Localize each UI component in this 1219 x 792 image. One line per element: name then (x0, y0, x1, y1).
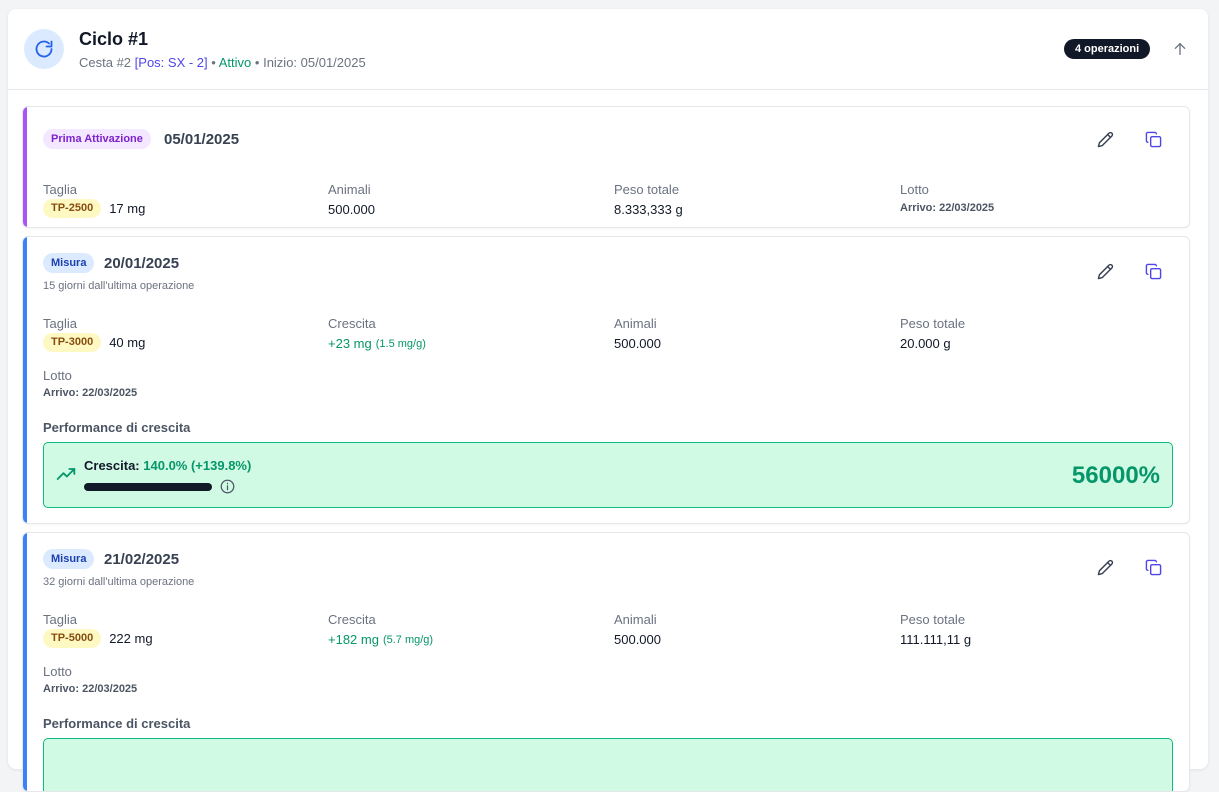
separator: • (211, 55, 216, 70)
performance-label: Crescita: 140.0% (+139.8%) (84, 458, 251, 473)
growth-value: +23 mg (1.5 mg/g) (328, 336, 426, 351)
total-weight-value: 8.333,333 g (614, 202, 683, 217)
size-code-badge: TP-3000 (43, 333, 102, 352)
performance-progress-bar (84, 483, 212, 491)
total-weight-value: 111.111,11 g (900, 632, 972, 647)
total-weight-value: 20.000 g (900, 336, 951, 351)
lot-arrival: Arrivo: 22/03/2025 (900, 202, 995, 214)
cycle-panel: Ciclo #1 Cesta #2 [Pos: SX - 2] • Attivo… (8, 9, 1208, 792)
operation-type-badge: Prima Attivazione (43, 129, 151, 149)
lot-arrival: Arrivo: 22/03/2025 (43, 387, 138, 399)
operation-accent (23, 533, 27, 791)
cycle-header[interactable]: Ciclo #1 Cesta #2 [Pos: SX - 2] • Attivo… (8, 9, 1208, 90)
copy-icon[interactable] (1141, 555, 1165, 579)
days-since-last: 32 giorni dall'ultima operazione (43, 576, 195, 588)
operation-type-badge: Misura (43, 253, 95, 273)
pencil-icon[interactable] (1093, 555, 1117, 579)
start-date: Inizio: 05/01/2025 (263, 55, 366, 70)
operations-count-badge: 4 operazioni (1064, 39, 1151, 59)
cycle-title: Ciclo #1 (79, 29, 149, 49)
growth-amount: +23 mg (328, 336, 372, 351)
growth-rate: (1.5 mg/g) (375, 337, 426, 350)
copy-icon[interactable] (1141, 127, 1165, 151)
operation-date: 05/01/2025 (164, 131, 240, 148)
growth-label: Crescita (328, 612, 376, 627)
growth-label: Crescita (328, 316, 376, 331)
operation-type-badge: Misura (43, 549, 95, 569)
animals-label: Animali (614, 316, 657, 331)
operation-card: Misura 20/01/2025 15 giorni dall'ultima … (22, 236, 1190, 524)
separator: • (254, 55, 260, 70)
size-label: Taglia (43, 612, 77, 627)
growth-value: +182 mg (5.7 mg/g) (328, 632, 433, 647)
size-code-badge: TP-2500 (43, 199, 102, 218)
size-value: TP-3000 40 mg (43, 333, 145, 352)
animals-value: 500.000 (328, 202, 375, 217)
animals-label: Animali (614, 612, 657, 627)
growth-amount: +182 mg (328, 632, 379, 647)
performance-title: Performance di crescita (43, 716, 191, 731)
performance-percentage: 56000% (1071, 462, 1160, 489)
size-value: TP-2500 17 mg (43, 199, 145, 218)
performance-title: Performance di crescita (43, 420, 191, 435)
animals-value: 500.000 (614, 336, 661, 351)
cycle-subtitle: Cesta #2 [Pos: SX - 2] • Attivo • Inizio… (79, 55, 366, 70)
size-label: Taglia (43, 182, 77, 197)
weight-value: 17 mg (109, 201, 146, 216)
size-value: TP-5000 222 mg (43, 629, 153, 648)
total-weight-label: Peso totale (900, 612, 966, 627)
performance-box (43, 738, 1173, 791)
basket-position: [Pos: SX - 2] (134, 55, 208, 70)
info-icon[interactable] (220, 479, 235, 494)
lot-label: Lotto (43, 664, 72, 679)
arrow-up-icon[interactable] (1169, 38, 1191, 60)
pencil-icon[interactable] (1093, 259, 1117, 283)
operation-date: 20/01/2025 (104, 255, 180, 272)
performance-box: Crescita: 140.0% (+139.8%) 56000% (43, 442, 1173, 508)
total-weight-label: Peso totale (900, 316, 966, 331)
lot-label: Lotto (900, 182, 929, 197)
lot-label: Lotto (43, 368, 72, 383)
total-weight-label: Peso totale (614, 182, 680, 197)
copy-icon[interactable] (1141, 259, 1165, 283)
status-text: Attivo (218, 55, 252, 70)
days-since-last: 15 giorni dall'ultima operazione (43, 280, 195, 292)
operation-accent (23, 237, 27, 523)
animals-value: 500.000 (614, 632, 661, 647)
operation-card: Prima Attivazione 05/01/2025 Taglia TP-2… (22, 106, 1190, 228)
weight-value: 222 mg (109, 631, 153, 646)
trending-up-icon (56, 467, 76, 486)
refresh-icon (24, 29, 64, 69)
operation-accent (23, 107, 27, 227)
pencil-icon[interactable] (1093, 127, 1117, 151)
operation-date: 21/02/2025 (104, 551, 180, 568)
size-code-badge: TP-5000 (43, 629, 102, 648)
performance-value: 140.0% (+139.8%) (143, 458, 252, 473)
weight-value: 40 mg (109, 335, 146, 350)
animals-label: Animali (328, 182, 371, 197)
operation-card: Misura 21/02/2025 32 giorni dall'ultima … (22, 532, 1190, 792)
growth-rate: (5.7 mg/g) (382, 633, 434, 646)
lot-arrival: Arrivo: 22/03/2025 (43, 683, 138, 695)
size-label: Taglia (43, 316, 77, 331)
performance-label-text: Crescita: (84, 458, 140, 473)
basket-label: Cesta #2 (79, 55, 132, 70)
